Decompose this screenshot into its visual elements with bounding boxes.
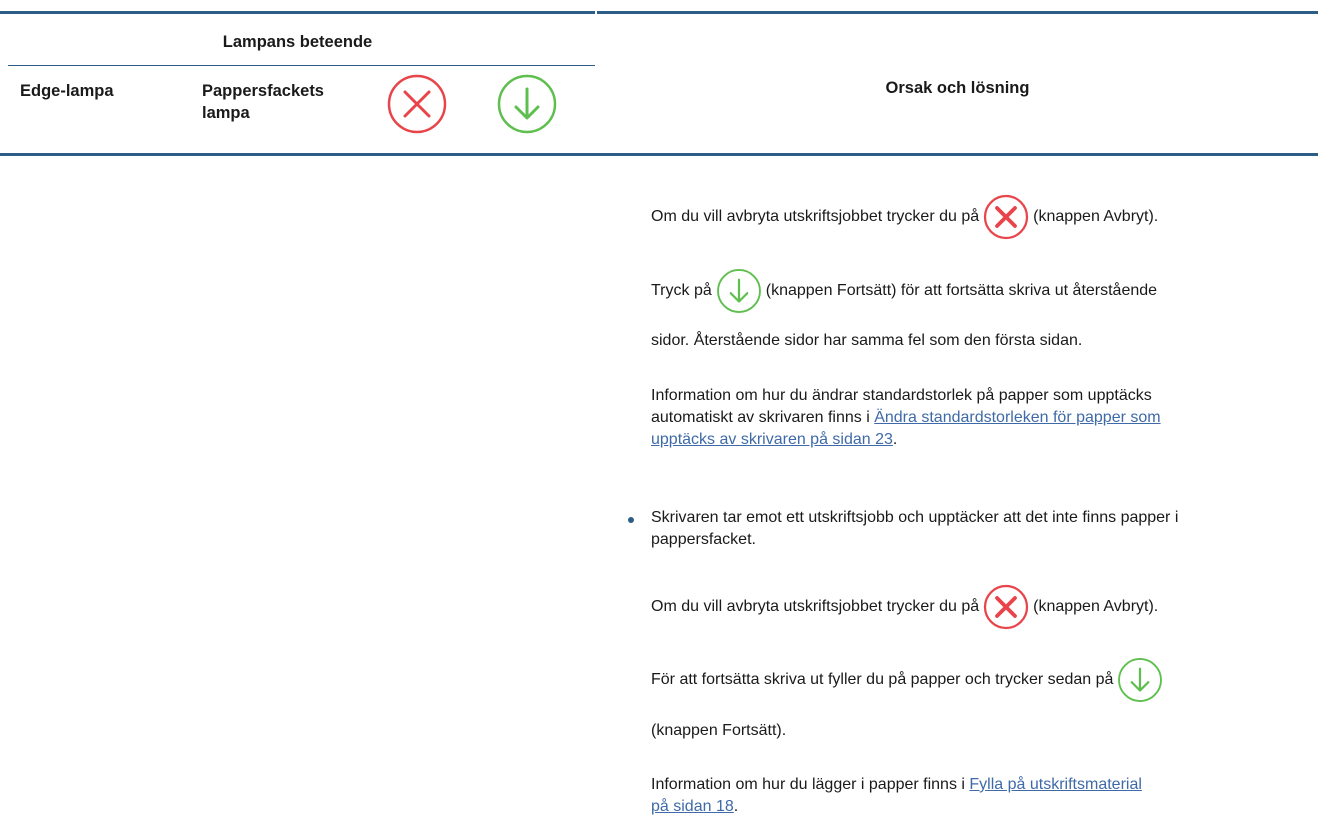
paragraph-resume-1-text: Tryck på — [651, 282, 712, 300]
paragraph-resume-1-suffix: (knappen Fortsätt) för att fortsätta skr… — [765, 282, 1158, 300]
paragraph-resume-2-text: För att fortsätta skriva ut fyller du på… — [651, 671, 1114, 689]
cancel-x-icon — [982, 583, 1030, 631]
bullet-point — [628, 517, 634, 523]
link-change-default-paper-size-line2[interactable]: upptäcks av skrivaren på sidan 23 — [651, 431, 893, 448]
paragraph-resume-1: Tryck på (knappen Fortsätt) för att forts… — [651, 277, 1157, 305]
resume-arrow-icon — [715, 267, 763, 315]
column-header-tray-lamp-line1: Pappersfackets — [202, 82, 324, 100]
bullet-no-paper-line2: pappersfacket. — [651, 531, 756, 548]
cancel-x-icon — [982, 193, 1030, 241]
paragraph-cancel-2-text: Om du vill avbryta utskriftsjobbet tryck… — [651, 598, 980, 616]
paragraph-default-size: Information om hur du ändrar standardsto… — [651, 385, 1161, 451]
paragraph-load-paper-prefix: Information om hur du lägger i papper fi… — [651, 776, 970, 793]
paragraph-default-size-line1: Information om hur du ändrar standardsto… — [651, 387, 1152, 404]
table-header-rule — [0, 153, 1318, 156]
paragraph-cancel-1-text: Om du vill avbryta utskriftsjobbet tryck… — [651, 208, 980, 226]
bullet-no-paper-line1: Skrivaren tar emot ett utskriftsjobb och… — [651, 509, 1179, 526]
group-header-lamp-behavior: Lampans beteende — [222, 33, 373, 51]
resume-arrow-icon — [495, 72, 559, 136]
paragraph-default-size-suffix: . — [892, 431, 898, 448]
link-load-paper-line1[interactable]: Fylla på utskriftsmaterial — [969, 776, 1142, 793]
link-load-paper-line2[interactable]: på sidan 18 — [651, 798, 734, 815]
column-header-cause-solution: Orsak och lösning — [885, 79, 1030, 97]
paragraph-cancel-2: Om du vill avbryta utskriftsjobbet tryck… — [651, 593, 1158, 621]
cancel-x-icon — [385, 72, 449, 136]
group-header-rule — [8, 65, 595, 66]
paragraph-default-size-prefix: automatiskt av skrivaren finns i — [651, 409, 875, 426]
paragraph-cancel-2-suffix: (knappen Avbryt). — [1033, 598, 1159, 616]
paragraph-resume-1-line2: sidor. Återstående sidor har samma fel s… — [651, 332, 1083, 349]
paragraph-load-paper-suffix: . — [733, 798, 739, 815]
resume-arrow-icon — [1116, 656, 1164, 704]
paragraph-resume-2-line2: (knappen Fortsätt). — [651, 722, 787, 739]
table-top-rule — [0, 11, 1318, 14]
paragraph-resume-2: För att fortsätta skriva ut fyller du på… — [651, 666, 1167, 694]
paragraph-load-paper: Information om hur du lägger i papper fi… — [651, 774, 1142, 818]
bullet-no-paper: Skrivaren tar emot ett utskriftsjobb och… — [651, 507, 1178, 551]
column-header-tray-lamp: Pappersfackets lampa — [202, 80, 324, 124]
column-header-edge-lamp: Edge-lampa — [20, 82, 114, 100]
paragraph-cancel-1-suffix: (knappen Avbryt). — [1033, 208, 1159, 226]
link-change-default-paper-size-line1[interactable]: Ändra standardstorleken för papper som — [874, 409, 1160, 426]
table-top-rule-gap — [595, 11, 597, 14]
column-header-tray-lamp-line2: lampa — [202, 104, 250, 122]
paragraph-cancel-1: Om du vill avbryta utskriftsjobbet tryck… — [651, 203, 1158, 231]
